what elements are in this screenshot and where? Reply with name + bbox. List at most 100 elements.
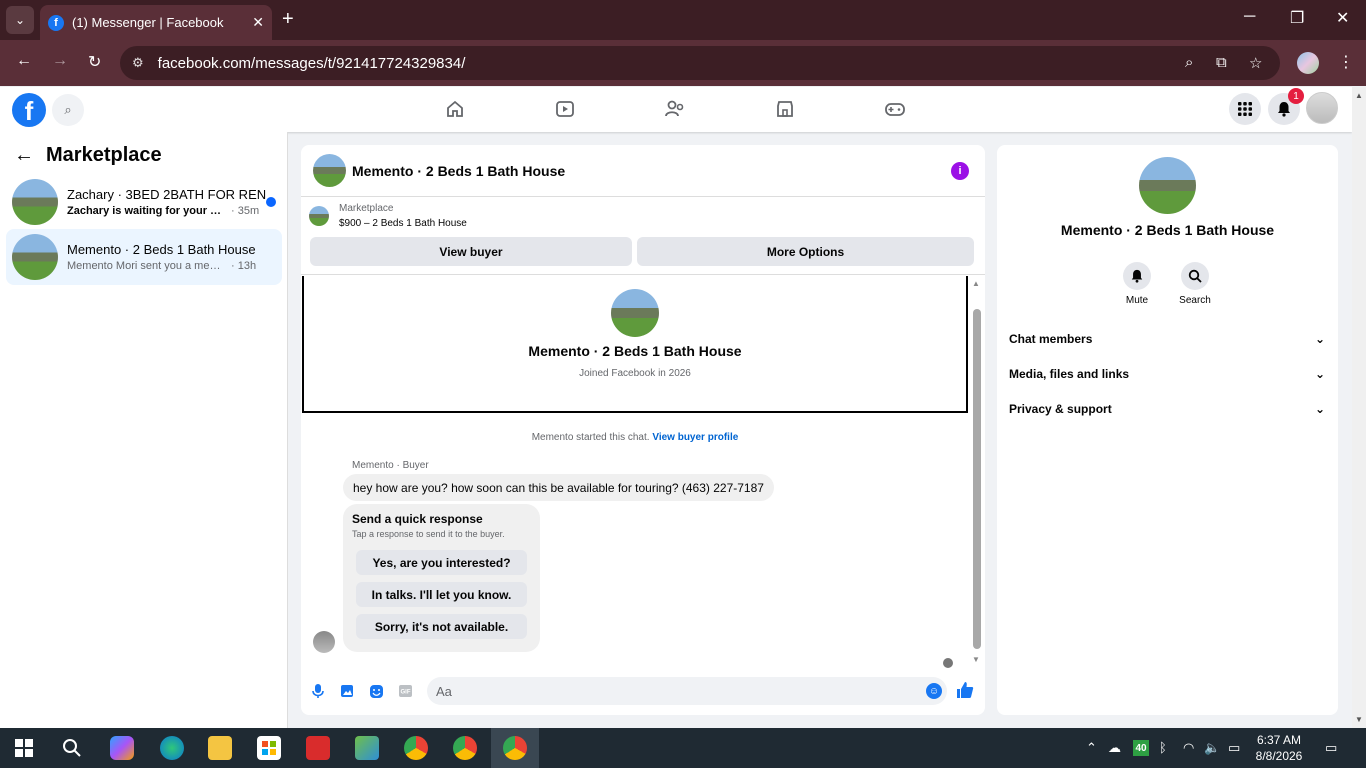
quick-response-button[interactable]: Yes, are you interested? — [356, 550, 527, 575]
media-files-links-section[interactable]: Media, files and links ⌄ — [1009, 367, 1325, 381]
more-options-button[interactable]: More Options — [637, 237, 974, 266]
home-icon[interactable] — [443, 97, 467, 121]
reload-icon[interactable]: ↻ — [88, 52, 101, 72]
chat-members-section[interactable]: Chat members ⌄ — [1009, 332, 1325, 346]
chat-details-panel: Memento · 2 Beds 1 Bath House Mute Searc… — [997, 145, 1338, 715]
battery-icon[interactable]: ▭ — [1228, 740, 1240, 756]
wifi-icon[interactable]: ◠ — [1183, 740, 1194, 756]
search-icon[interactable] — [60, 736, 84, 760]
search-icon[interactable]: ⌕ — [52, 94, 84, 126]
info-icon[interactable]: i — [951, 162, 969, 180]
back-arrow-icon[interactable]: ← — [16, 52, 32, 70]
conversation-item-active[interactable]: Memento · 2 Beds 1 Bath House Memento Mo… — [6, 229, 282, 285]
search-conversation-button[interactable]: Search — [1170, 262, 1220, 306]
photo-icon[interactable] — [339, 683, 355, 699]
mute-button[interactable]: Mute — [1112, 262, 1162, 306]
listing-thumbnail — [309, 206, 329, 226]
zoom-icon[interactable]: ⌕ — [1185, 54, 1193, 71]
chrome-profile-icon[interactable] — [453, 736, 477, 760]
chat-thumbnail[interactable] — [313, 154, 346, 187]
file-explorer-icon[interactable] — [208, 736, 232, 760]
notification-center-icon[interactable]: ▭ — [1325, 740, 1337, 756]
microphone-icon[interactable] — [310, 683, 326, 699]
search-icon — [1181, 262, 1209, 290]
gaming-icon[interactable] — [883, 97, 907, 121]
emoji-icon[interactable]: ☺ — [926, 683, 942, 699]
weather-cloud-icon[interactable]: ☁ — [1108, 740, 1121, 756]
listing-detail: $900 – 2 Beds 1 Bath House — [339, 218, 467, 229]
conversation-item[interactable]: Zachary · 3BED 2BATH FOR RENT Zachary is… — [6, 174, 282, 230]
back-arrow-icon[interactable]: ← — [14, 144, 34, 167]
conversation-list-panel: ← Marketplace Zachary · 3BED 2BATH FOR R… — [0, 132, 288, 728]
privacy-support-section[interactable]: Privacy & support ⌄ — [1009, 402, 1325, 416]
panel-header: ← Marketplace — [14, 144, 162, 167]
listing-summary[interactable]: Marketplace $900 – 2 Beds 1 Bath House — [309, 203, 467, 229]
bluetooth-icon[interactable]: ᛒ — [1159, 740, 1167, 755]
sender-avatar[interactable] — [313, 631, 335, 653]
scroll-up-arrow-icon[interactable]: ▲ — [1355, 91, 1363, 100]
tab-search-dropdown[interactable]: ⌄ — [6, 6, 34, 34]
app-icon[interactable] — [355, 736, 379, 760]
chat-scrollbar[interactable]: ▲ ▼ — [970, 275, 984, 671]
scroll-down-arrow-icon[interactable]: ▼ — [1355, 715, 1363, 724]
facebook-logo-icon[interactable]: f — [12, 93, 46, 127]
system-clock[interactable]: 6:37 AM 8/8/2026 — [1249, 732, 1309, 764]
quick-response-card: Send a quick response Tap a response to … — [343, 504, 540, 652]
browser-profile-avatar[interactable] — [1297, 52, 1319, 74]
gif-icon[interactable]: GIF — [397, 683, 413, 699]
profile-name: Memento · 2 Beds 1 Bath House — [528, 343, 742, 359]
profile-thumbnail[interactable] — [611, 289, 659, 337]
conversation-name: Zachary · 3BED 2BATH FOR RENT — [67, 187, 266, 202]
profile-card: Memento · 2 Beds 1 Bath House Joined Fac… — [302, 276, 968, 413]
message-thread: Memento · 2 Beds 1 Bath House Joined Fac… — [301, 274, 985, 670]
quick-response-button[interactable]: In talks. I'll let you know. — [356, 582, 527, 607]
media-app-icon[interactable] — [306, 736, 330, 760]
new-tab-button[interactable]: + — [282, 8, 294, 31]
friends-icon[interactable] — [663, 97, 687, 121]
message-input[interactable] — [427, 677, 947, 705]
quick-response-button[interactable]: Sorry, it's not available. — [356, 614, 527, 639]
chat-title[interactable]: Memento · 2 Beds 1 Bath House — [352, 163, 565, 179]
thumbs-up-icon[interactable] — [956, 681, 974, 704]
facebook-favicon-icon: f — [48, 14, 64, 31]
chrome-active-icon[interactable] — [503, 736, 527, 760]
account-avatar[interactable] — [1306, 92, 1338, 124]
close-window-button[interactable]: ✕ — [1336, 8, 1349, 28]
minimize-button[interactable]: ─ — [1244, 8, 1255, 26]
scroll-down-arrow-icon[interactable]: ▼ — [972, 655, 980, 664]
show-hidden-icons-chevron-icon[interactable]: ⌃ — [1086, 740, 1097, 756]
close-tab-icon[interactable]: ✕ — [252, 14, 264, 31]
restore-button[interactable]: ❐ — [1290, 8, 1304, 28]
details-thumbnail[interactable] — [1139, 157, 1196, 214]
microsoft-store-icon[interactable] — [257, 736, 281, 760]
copilot-icon[interactable] — [110, 736, 134, 760]
chrome-icon[interactable] — [404, 736, 428, 760]
scroll-up-arrow-icon[interactable]: ▲ — [972, 279, 980, 288]
listing-thumbnail — [12, 234, 58, 280]
volume-icon[interactable]: 🔈 — [1204, 740, 1220, 756]
details-name: Memento · 2 Beds 1 Bath House — [1060, 222, 1275, 238]
forward-arrow-icon[interactable]: → — [52, 52, 68, 70]
site-settings-icon[interactable]: ⚙ — [132, 55, 144, 71]
edge-browser-icon[interactable] — [160, 736, 184, 760]
chat-window: Memento · 2 Beds 1 Bath House i Marketpl… — [301, 145, 985, 715]
scrollbar-thumb[interactable] — [973, 309, 981, 649]
marketplace-icon[interactable] — [773, 97, 797, 121]
browser-menu-icon[interactable]: ⋮ — [1338, 52, 1354, 72]
bookmark-star-icon[interactable]: ☆ — [1249, 54, 1262, 72]
windows-taskbar: ⌃ ☁ ᛒ ◠ 🔈 ▭ 6:37 AM 8/8/2026 ▭ — [0, 728, 1366, 768]
listing-thumbnail — [12, 179, 58, 225]
view-buyer-button[interactable]: View buyer — [310, 237, 632, 266]
sticker-icon[interactable] — [368, 683, 384, 699]
chat-started-notice: Memento started this chat. View buyer pr… — [531, 432, 739, 443]
page-scrollbar[interactable]: ▲ ▼ — [1352, 87, 1366, 728]
windows-start-icon[interactable] — [12, 736, 36, 760]
video-icon[interactable] — [553, 97, 577, 121]
menu-grid-icon[interactable] — [1229, 93, 1261, 125]
seen-indicator-avatar — [943, 658, 953, 668]
url-bar[interactable]: ⚙ facebook.com/messages/t/92141772432983… — [120, 46, 1280, 80]
browser-tab[interactable]: f (1) Messenger | Facebook ✕ — [40, 5, 272, 40]
chat-header: Memento · 2 Beds 1 Bath House i — [301, 145, 985, 197]
install-app-icon[interactable]: ⧉ — [1216, 54, 1227, 71]
view-buyer-profile-link[interactable]: View buyer profile — [652, 432, 738, 443]
